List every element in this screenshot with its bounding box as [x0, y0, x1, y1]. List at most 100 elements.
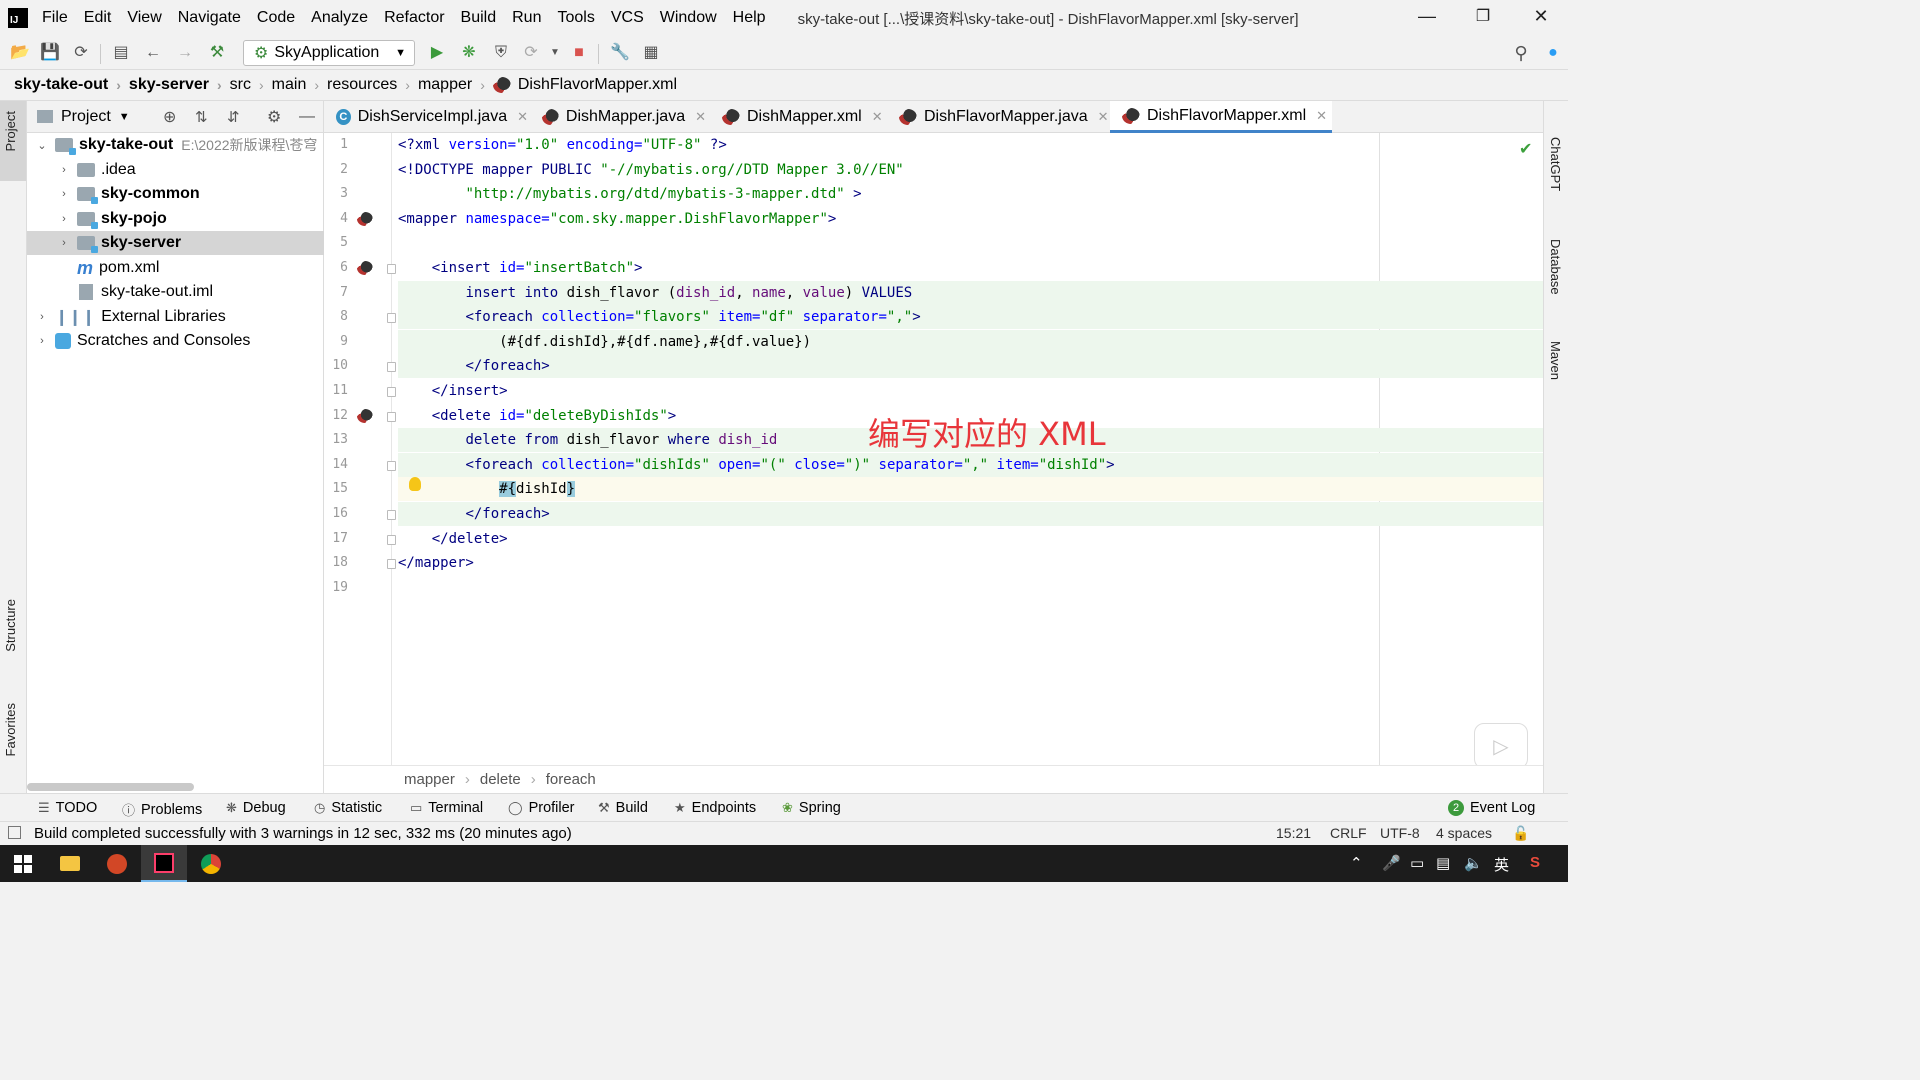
- fold-handle-icon[interactable]: [387, 460, 396, 471]
- code-line[interactable]: <?xml version="1.0" encoding="UTF-8" ?>: [398, 133, 1543, 157]
- line-number[interactable]: 3: [324, 186, 348, 201]
- build-hammer-icon[interactable]: ⚒: [208, 44, 226, 62]
- line-number[interactable]: 5: [324, 235, 348, 250]
- menu-vcs[interactable]: VCS: [611, 9, 644, 27]
- hide-icon[interactable]: —: [299, 108, 315, 126]
- menu-help[interactable]: Help: [733, 9, 766, 27]
- line-number[interactable]: 12: [324, 408, 348, 423]
- intellij-taskbar-icon[interactable]: [141, 845, 187, 882]
- run-config-dropdown[interactable]: ⚙ SkyApplication ▼: [243, 40, 415, 66]
- mybatis-navigate-icon[interactable]: [357, 261, 373, 275]
- chevron-right-icon[interactable]: ›: [57, 237, 71, 249]
- favorites-tool-tab[interactable]: Favorites: [3, 703, 18, 756]
- line-separator[interactable]: CRLF: [1330, 825, 1367, 841]
- tool-build[interactable]: ⚒ Build: [598, 800, 648, 816]
- settings-wrench-icon[interactable]: 🔧: [610, 44, 630, 62]
- chrome-icon[interactable]: [188, 845, 234, 882]
- tree-item-scratches[interactable]: › Scratches and Consoles: [27, 329, 324, 353]
- fold-handle-icon[interactable]: [387, 313, 396, 324]
- close-tab-icon[interactable]: ✕: [695, 109, 706, 125]
- code-line[interactable]: </mapper>: [398, 551, 1543, 575]
- tree-item-idea[interactable]: › .idea: [27, 158, 324, 182]
- tool-statistic[interactable]: ◷ Statistic: [314, 800, 382, 816]
- chevron-right-icon[interactable]: ›: [35, 335, 49, 347]
- line-number[interactable]: 1: [324, 137, 348, 152]
- lightbulb-icon[interactable]: [409, 477, 421, 491]
- folder-icon[interactable]: ▤: [112, 44, 130, 62]
- fold-handle-icon[interactable]: [387, 411, 396, 422]
- menu-navigate[interactable]: Navigate: [178, 9, 241, 27]
- close-tab-icon[interactable]: ✕: [517, 109, 528, 125]
- toggle-panels-icon[interactable]: [8, 826, 21, 839]
- code-line[interactable]: insert into dish_flavor (dish_id, name, …: [398, 280, 1543, 305]
- coverage-icon[interactable]: ⛨: [492, 44, 510, 62]
- chevron-down-icon[interactable]: ⌄: [35, 139, 49, 152]
- code-line[interactable]: </foreach>: [398, 354, 1543, 379]
- tree-item-sky-common[interactable]: › sky-common: [27, 182, 324, 206]
- microphone-icon[interactable]: 🎤: [1382, 854, 1401, 872]
- menu-edit[interactable]: Edit: [84, 9, 112, 27]
- plugin-logo-icon[interactable]: ●: [1544, 44, 1562, 62]
- breadcrumb-item[interactable]: src ›: [230, 76, 272, 94]
- code-line[interactable]: <foreach collection="flavors" item="df" …: [398, 305, 1543, 330]
- back-arrow-icon[interactable]: ←: [144, 44, 162, 62]
- caret-position[interactable]: 15:21: [1276, 825, 1311, 841]
- tool-todo[interactable]: ☰ TODO: [38, 800, 97, 816]
- tab-dishflavormapper-xml[interactable]: DishFlavorMapper.xml ✕: [1110, 101, 1332, 133]
- fold-handle-icon[interactable]: [387, 264, 396, 274]
- volume-icon[interactable]: 🔈: [1464, 854, 1483, 872]
- code-line[interactable]: "http://mybatis.org/dtd/mybatis-3-mapper…: [398, 182, 1543, 206]
- collapse-all-icon[interactable]: ⇵: [227, 108, 240, 126]
- line-number[interactable]: 14: [324, 457, 348, 472]
- tool-problems[interactable]: ⓘ Problems: [122, 800, 202, 819]
- tab-dishflavormapper-java[interactable]: DishFlavorMapper.java ✕: [887, 101, 1109, 133]
- file-explorer-icon[interactable]: [47, 845, 93, 882]
- tool-event-log[interactable]: 2 Event Log: [1448, 800, 1535, 816]
- play-overlay-icon[interactable]: ▷: [1474, 723, 1528, 765]
- tree-item-pom-xml[interactable]: m pom.xml: [27, 256, 324, 280]
- tree-item-external-libraries[interactable]: › ❙❙❙ External Libraries: [27, 305, 324, 329]
- more-run-chevron-icon[interactable]: ▼: [546, 44, 564, 62]
- menu-view[interactable]: View: [127, 9, 161, 27]
- chevron-right-icon[interactable]: ›: [57, 188, 71, 200]
- breadcrumb-item[interactable]: resources ›: [327, 76, 418, 94]
- tree-item-iml[interactable]: sky-take-out.iml: [27, 280, 324, 304]
- sync-icon[interactable]: ⟳: [72, 44, 90, 62]
- project-structure-icon[interactable]: ▦: [642, 44, 660, 62]
- code-line[interactable]: </insert>: [398, 379, 1543, 403]
- stop-icon[interactable]: ■: [570, 44, 588, 62]
- tab-dishmapper-java[interactable]: DishMapper.java ✕: [530, 101, 706, 133]
- indent-setting[interactable]: 4 spaces: [1436, 825, 1492, 841]
- debug-icon[interactable]: ❋: [460, 44, 478, 62]
- editor-crumb-item[interactable]: mapper: [404, 771, 455, 788]
- tool-endpoints[interactable]: ★ Endpoints: [674, 800, 756, 816]
- breadcrumb-item[interactable]: mapper ›: [418, 76, 493, 94]
- line-number[interactable]: 2: [324, 162, 348, 177]
- fold-handle-icon[interactable]: [387, 362, 396, 373]
- menu-code[interactable]: Code: [257, 9, 295, 27]
- menu-run[interactable]: Run: [512, 9, 541, 27]
- tab-dishmapper-xml[interactable]: DishMapper.xml ✕: [710, 101, 884, 133]
- close-tab-icon[interactable]: ✕: [1316, 108, 1327, 124]
- save-icon[interactable]: 💾: [40, 44, 60, 62]
- input-method-icon[interactable]: S: [1530, 854, 1540, 871]
- line-number[interactable]: 18: [324, 555, 348, 570]
- breadcrumb-item[interactable]: sky-take-out ›: [14, 76, 129, 94]
- gear-icon[interactable]: ⚙: [267, 107, 281, 127]
- line-number[interactable]: 7: [324, 285, 348, 300]
- code-editor[interactable]: 1 2 3 4 5 6 7 8 9 10 11 12 13 14 15 16 17 18 19 <?xml vers…: [324, 133, 1543, 765]
- editor-crumb-item[interactable]: foreach: [546, 771, 596, 788]
- chevron-right-icon[interactable]: ›: [57, 164, 71, 176]
- open-folder-icon[interactable]: 📂: [10, 44, 30, 62]
- code-line[interactable]: [398, 576, 1543, 600]
- database-tool-tab[interactable]: Database: [1548, 239, 1563, 295]
- code-line[interactable]: <insert id="insertBatch">: [398, 256, 1543, 280]
- line-number[interactable]: 9: [324, 334, 348, 349]
- menu-refactor[interactable]: Refactor: [384, 9, 444, 27]
- breadcrumb-item[interactable]: DishFlavorMapper.xml: [492, 76, 677, 94]
- chevron-right-icon[interactable]: ›: [57, 213, 71, 225]
- editor-crumb-item[interactable]: delete: [480, 771, 521, 788]
- line-number[interactable]: 13: [324, 432, 348, 447]
- code-line[interactable]: <foreach collection="dishIds" open="(" c…: [398, 452, 1543, 477]
- locate-icon[interactable]: ⊕: [163, 107, 176, 127]
